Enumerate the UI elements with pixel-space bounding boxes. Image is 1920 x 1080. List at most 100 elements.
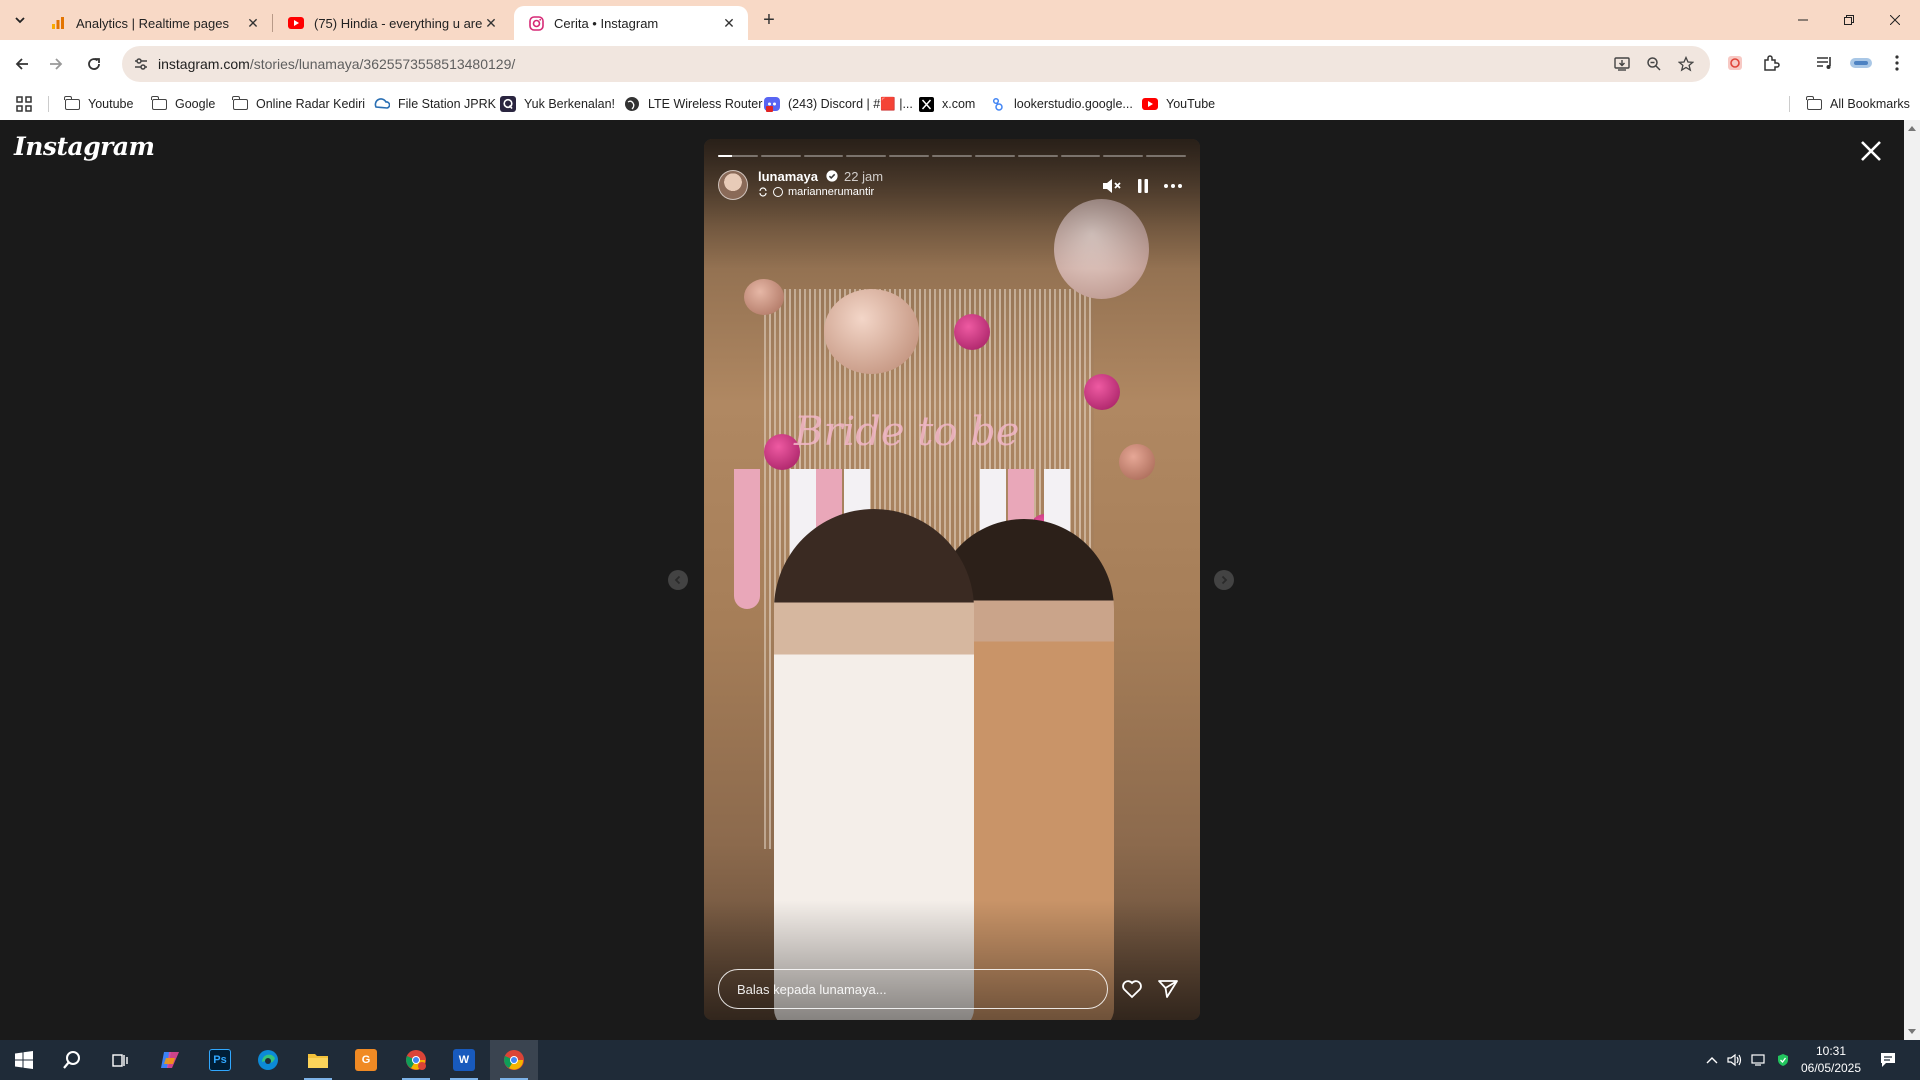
pause-button[interactable] — [1132, 175, 1154, 197]
bookmark-lte-router[interactable]: LTE Wireless Router — [624, 93, 762, 115]
looker-icon — [990, 96, 1006, 112]
scroll-down-arrow-icon[interactable] — [1908, 1029, 1916, 1034]
close-tab-icon[interactable]: ✕ — [720, 14, 738, 32]
back-button[interactable] — [10, 52, 34, 76]
mute-button[interactable] — [1100, 175, 1122, 197]
profile-avatar-icon[interactable] — [1850, 52, 1872, 74]
folder-icon — [151, 95, 167, 112]
bookmark-label: (243) Discord | #🟥 |... — [788, 96, 913, 111]
file-station-icon — [374, 96, 390, 112]
all-bookmarks-button[interactable]: All Bookmarks — [1806, 93, 1910, 115]
progress-segment — [1060, 155, 1101, 157]
start-button[interactable] — [0, 1040, 48, 1080]
reply-field[interactable] — [718, 969, 1108, 1009]
windows-logo-icon — [15, 1051, 33, 1069]
apps-grid-icon — [16, 96, 32, 112]
media-control-icon[interactable] — [1814, 52, 1836, 74]
url-path: /stories/lunamaya/3625573558513480129/ — [249, 56, 516, 72]
tab-instagram[interactable]: Cerita • Instagram ✕ — [514, 6, 748, 40]
story-card[interactable]: Bride to be lunamaya 22 jam marianneruma… — [704, 139, 1200, 1020]
progress-segment — [974, 155, 1015, 157]
previous-story-button[interactable] — [668, 570, 688, 590]
apps-grid-button[interactable] — [16, 93, 32, 115]
photoshop-button[interactable]: Ps — [196, 1040, 244, 1080]
progress-segment — [932, 155, 972, 157]
page-scrollbar[interactable] — [1904, 120, 1920, 1040]
close-tab-icon[interactable]: ✕ — [244, 14, 262, 32]
volume-button[interactable] — [1724, 1040, 1746, 1080]
speaker-icon — [1727, 1053, 1742, 1067]
bookmark-x[interactable]: x.com — [918, 93, 975, 115]
site-info-icon[interactable] — [132, 55, 150, 73]
share-button[interactable] — [1156, 977, 1180, 1001]
reload-button[interactable] — [82, 52, 106, 76]
globe-icon — [624, 96, 640, 112]
close-window-button[interactable] — [1872, 0, 1918, 40]
bookmark-lookerstudio[interactable]: lookerstudio.google... — [990, 93, 1133, 115]
reload-icon — [88, 58, 100, 70]
bookmark-discord[interactable]: (243) Discord | #🟥 |... — [764, 93, 913, 115]
bookmark-label: LTE Wireless Router — [648, 97, 763, 111]
story-subline-text: mariannerumantir — [788, 186, 875, 198]
balloon-shape — [1084, 374, 1120, 410]
back-arrow-icon — [15, 58, 28, 70]
bookmark-youtube[interactable]: YouTube — [1142, 93, 1215, 115]
network-button[interactable] — [1748, 1040, 1770, 1080]
bookmark-label: YouTube — [1166, 97, 1216, 111]
more-options-button[interactable] — [1162, 175, 1184, 197]
repost-icon — [759, 187, 767, 197]
tab-youtube[interactable]: (75) Hindia - everything u are - ✕ — [274, 6, 510, 40]
install-app-icon[interactable] — [1612, 54, 1632, 74]
notifications-button[interactable] — [1872, 1040, 1904, 1080]
pdf-app-button[interactable]: G — [342, 1040, 390, 1080]
minimize-button[interactable] — [1780, 0, 1826, 40]
story-progress-bar — [718, 155, 1186, 157]
next-story-button[interactable] — [1214, 570, 1234, 590]
bookmark-yuk-berkenalan[interactable]: Yuk Berkenalan! — [500, 93, 615, 115]
mini-avatar — [773, 187, 783, 197]
grammarly-extension-icon[interactable] — [1724, 52, 1746, 74]
new-tab-button[interactable]: + — [758, 9, 780, 31]
forward-button[interactable] — [44, 52, 68, 76]
extensions-icon[interactable] — [1760, 52, 1782, 74]
instagram-logo[interactable]: Instagram — [14, 132, 155, 161]
bookmark-radar-kediri-folder[interactable]: Online Radar Kediri — [232, 93, 365, 115]
like-button[interactable] — [1120, 977, 1144, 1001]
all-bookmarks-label: All Bookmarks — [1830, 97, 1910, 111]
avatar[interactable] — [718, 170, 748, 200]
taskbar-search-button[interactable] — [48, 1040, 96, 1080]
address-bar[interactable]: instagram.com/stories/lunamaya/362557355… — [122, 46, 1710, 82]
task-view-button[interactable] — [96, 1040, 144, 1080]
chrome-button[interactable] — [490, 1040, 538, 1080]
tab-search-button[interactable] — [8, 9, 32, 31]
story-username[interactable]: lunamaya — [758, 169, 818, 184]
tray-overflow-button[interactable] — [1702, 1040, 1722, 1080]
restore-button[interactable] — [1826, 0, 1872, 40]
reply-input[interactable] — [719, 970, 1107, 1008]
word-button[interactable]: W — [440, 1040, 488, 1080]
balloon-shape — [1119, 444, 1155, 480]
close-tab-icon[interactable]: ✕ — [482, 14, 500, 32]
chrome-profile-button[interactable] — [392, 1040, 440, 1080]
close-story-button[interactable] — [1856, 136, 1886, 166]
forward-arrow-icon — [50, 58, 63, 70]
scroll-up-arrow-icon[interactable] — [1908, 126, 1916, 131]
copilot-button[interactable] — [146, 1040, 194, 1080]
bookmark-star-icon[interactable] — [1676, 54, 1696, 74]
bookmarks-bar: Youtube Google Online Radar Kediri File … — [0, 88, 1920, 120]
progress-segment — [846, 155, 887, 157]
bookmark-youtube-folder[interactable]: Youtube — [64, 93, 133, 115]
x-icon — [918, 96, 934, 112]
story-subline[interactable]: mariannerumantir — [758, 186, 874, 198]
file-explorer-button[interactable] — [294, 1040, 342, 1080]
bookmark-file-station[interactable]: File Station JPRK — [374, 93, 496, 115]
url-host: instagram.com — [158, 56, 250, 72]
speaker-muted-icon — [1103, 179, 1121, 193]
tab-analytics[interactable]: Analytics | Realtime pages ✕ — [36, 6, 272, 40]
zoom-icon[interactable] — [1644, 54, 1664, 74]
bookmark-google-folder[interactable]: Google — [151, 93, 215, 115]
taskbar-clock[interactable]: 10:31 06/05/2025 — [1790, 1043, 1872, 1077]
progress-segment — [1017, 155, 1058, 157]
edge-button[interactable] — [244, 1040, 292, 1080]
browser-menu-icon[interactable] — [1886, 52, 1908, 74]
